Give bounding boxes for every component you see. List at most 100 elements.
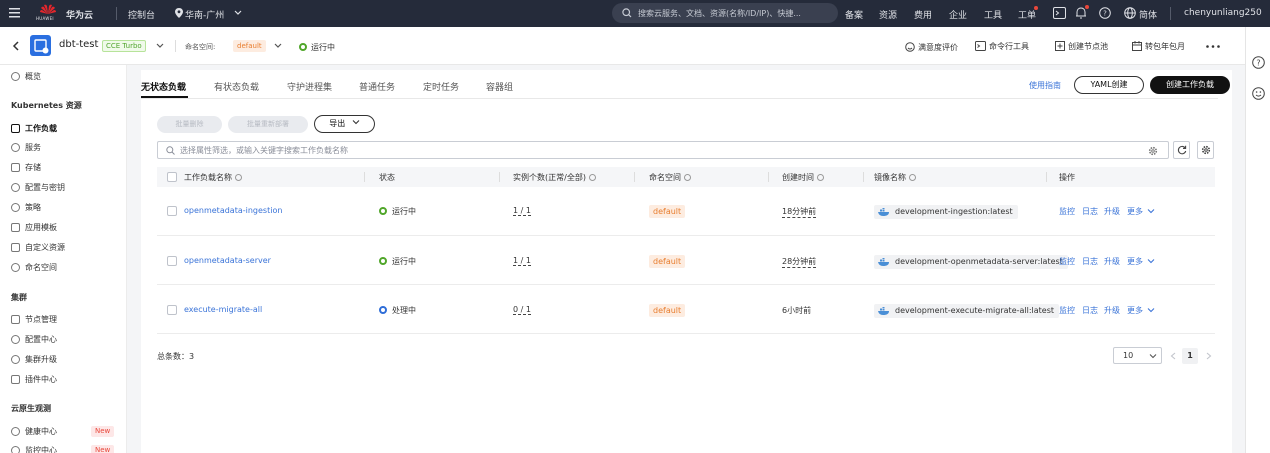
globe-icon[interactable] (1124, 7, 1136, 19)
user-guide-link[interactable]: 使用指南 (1029, 80, 1061, 91)
nav-link-tickets[interactable]: 工单 (1018, 8, 1036, 21)
more-options-icon[interactable] (1206, 45, 1220, 48)
cli-tool-button[interactable]: 命令行工具 (989, 41, 1029, 52)
status-text: 运行中 (392, 207, 416, 216)
instance-count[interactable]: 1 / 1 (513, 206, 531, 216)
logs-link[interactable]: 日志 (1082, 256, 1098, 267)
nav-link-tools[interactable]: 工具 (984, 8, 1002, 21)
batch-redeploy-button[interactable]: 批量重新部署 (228, 116, 308, 133)
prev-page-icon[interactable] (1170, 352, 1176, 360)
cluster-icon (30, 35, 51, 56)
help-icon[interactable]: ? (1099, 7, 1111, 19)
monitor-link[interactable]: 监控 (1059, 256, 1075, 267)
divider (175, 40, 176, 52)
grid-icon (11, 375, 20, 384)
workload-name-link[interactable]: execute-migrate-all (184, 305, 262, 314)
nodes-icon (11, 315, 20, 324)
nav-link-filing[interactable]: 备案 (845, 8, 863, 21)
tab-jobs[interactable]: 普通任务 (359, 80, 395, 93)
nav-link-resources[interactable]: 资源 (879, 8, 897, 21)
sidebar-item-label: 工作负载 (25, 124, 57, 133)
namespace-chevron-icon[interactable] (274, 43, 282, 49)
tab-daemonsets[interactable]: 守护进程集 (287, 80, 332, 93)
namespace-label: 命名空间: (185, 43, 216, 51)
overview-icon (11, 72, 20, 81)
column-header-instances[interactable]: 实例个数(正常/全部) (513, 172, 596, 183)
help-icon[interactable]: ? (1252, 56, 1265, 69)
svg-text:?: ? (1103, 10, 1107, 18)
more-link[interactable]: 更多 (1127, 256, 1143, 267)
docker-whale-icon (878, 208, 889, 216)
monitor-link[interactable]: 监控 (1059, 206, 1075, 217)
back-arrow-icon[interactable] (12, 41, 19, 51)
column-divider (768, 172, 769, 182)
settings-gear-icon[interactable] (1148, 146, 1158, 156)
cluster-status: 运行中 (311, 43, 335, 52)
upgrade-link[interactable]: 升级 (1104, 256, 1120, 267)
column-divider (364, 172, 365, 182)
satisfaction-button[interactable]: 满意度评价 (918, 42, 958, 53)
cluster-switch-chevron-icon[interactable] (156, 43, 164, 49)
column-divider (634, 172, 635, 182)
column-header-name[interactable]: 工作负载名称 (184, 172, 242, 183)
refresh-button[interactable] (1173, 141, 1190, 159)
sidebar-item-label: 配置中心 (25, 335, 57, 344)
namespace-selector[interactable]: default (233, 40, 266, 52)
select-all-checkbox[interactable] (167, 172, 177, 182)
chevron-down-icon (234, 10, 242, 15)
column-header-image[interactable]: 镜像名称 (874, 172, 916, 183)
monitor-link[interactable]: 监控 (1059, 305, 1075, 316)
row-checkbox[interactable] (167, 256, 177, 266)
yaml-create-button[interactable]: YAML创建 (1074, 76, 1144, 94)
column-header-namespace[interactable]: 命名空间 (649, 172, 691, 183)
terminal-icon[interactable] (1053, 7, 1066, 19)
menu-icon[interactable] (9, 8, 20, 18)
logs-link[interactable]: 日志 (1082, 305, 1098, 316)
more-link[interactable]: 更多 (1127, 206, 1143, 217)
region-selector[interactable]: 华南-广州 (175, 7, 245, 21)
user-account[interactable]: chenyunliang250 (1184, 8, 1262, 18)
export-button[interactable]: 导出 (314, 115, 375, 133)
current-page[interactable]: 1 (1182, 348, 1198, 364)
more-link[interactable]: 更多 (1127, 305, 1143, 316)
page-size-select[interactable]: 10 (1113, 347, 1162, 364)
sort-icon (235, 174, 242, 181)
batch-delete-button[interactable]: 批量删除 (157, 116, 222, 133)
location-pin-icon (175, 8, 183, 18)
tab-pods[interactable]: 容器组 (486, 80, 513, 93)
workload-name-link[interactable]: openmetadata-server (184, 256, 271, 265)
nav-link-billing[interactable]: 费用 (914, 8, 932, 21)
console-link[interactable]: 控制台 (128, 8, 155, 21)
sidebar-item-label: 健康中心 (25, 427, 57, 436)
instance-count[interactable]: 1 / 1 (513, 256, 531, 266)
create-node-pool-button[interactable]: 创建节点池 (1068, 41, 1108, 52)
row-checkbox[interactable] (167, 305, 177, 315)
region-label: 华南-广州 (185, 11, 225, 21)
feedback-smile-icon[interactable] (1252, 87, 1265, 100)
tab-cronjobs[interactable]: 定时任务 (423, 80, 459, 93)
nav-link-enterprise[interactable]: 企业 (949, 8, 967, 21)
tab-statefulsets[interactable]: 有状态负载 (214, 80, 259, 93)
upgrade-link[interactable]: 升级 (1104, 206, 1120, 217)
brand-name[interactable]: 华为云 (66, 8, 93, 21)
column-divider (499, 172, 500, 182)
create-workload-button[interactable]: 创建工作负载 (1150, 76, 1230, 94)
instance-count[interactable]: 0 / 1 (513, 305, 531, 315)
global-search-input[interactable]: 搜索云服务、文档、资源(名称/ID/IP)、快捷... (612, 3, 838, 23)
upgrade-link[interactable]: 升级 (1104, 305, 1120, 316)
logs-link[interactable]: 日志 (1082, 206, 1098, 217)
table-row (157, 187, 1215, 235)
column-divider (1046, 172, 1047, 182)
next-page-icon[interactable] (1206, 352, 1212, 360)
column-header-created[interactable]: 创建时间 (782, 172, 824, 183)
docker-whale-icon (878, 307, 889, 315)
language-selector[interactable]: 简体 (1139, 8, 1157, 21)
huawei-logo[interactable]: HUAWEI (36, 3, 59, 25)
row-checkbox[interactable] (167, 206, 177, 216)
workload-filter-input[interactable]: 选择属性筛选，或输入关键字搜索工作负载名称 (157, 141, 1169, 159)
convert-monthly-button[interactable]: 转包年包月 (1145, 41, 1185, 52)
tab-deployments[interactable]: 无状态负载 (141, 80, 186, 93)
table-settings-button[interactable] (1197, 141, 1214, 159)
batch-redeploy-label: 批量重新部署 (247, 120, 289, 128)
workload-name-link[interactable]: openmetadata-ingestion (184, 206, 282, 215)
